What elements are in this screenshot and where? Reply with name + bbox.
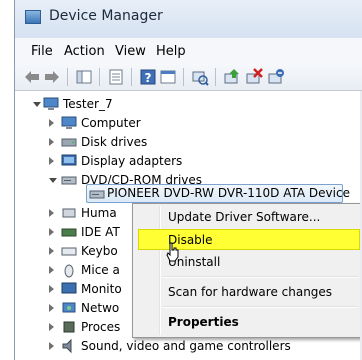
device-manager-window: Device Manager File Action View Help ? T… [14, 0, 362, 360]
expand-arrow-icon[interactable] [49, 138, 54, 146]
context-menu: Update Driver Software... Disable Uninst… [132, 203, 362, 338]
tree-item-label: Netwo [81, 301, 120, 315]
menu-bar: File Action View Help [15, 38, 362, 65]
disk-drive-icon [61, 138, 77, 147]
hand-cursor-icon [166, 242, 179, 262]
sound-icon [62, 338, 72, 354]
tree-item-label: PIONEER DVD-RW DVR-110D ATA Device [107, 186, 350, 200]
expand-arrow-icon[interactable] [49, 342, 54, 350]
tree-item-label: Sound, video and game controllers [81, 339, 291, 353]
expand-arrow-icon[interactable] [49, 209, 54, 217]
computer-icon [43, 97, 59, 110]
window-title: Device Manager [49, 8, 163, 24]
menu-item-scan-hardware[interactable]: Scan for hardware changes [168, 285, 332, 299]
toolbar-separator [99, 68, 100, 86]
menu-help[interactable]: Help [156, 44, 186, 59]
properties-icon[interactable] [107, 68, 125, 86]
menu-item-properties[interactable]: Properties [168, 315, 239, 329]
console-icon[interactable] [159, 68, 177, 86]
back-icon[interactable] [23, 68, 41, 86]
toolbar: ? [15, 64, 362, 91]
toolbar-separator [183, 68, 184, 86]
disable-device-icon[interactable] [245, 68, 263, 86]
expand-arrow-icon[interactable] [49, 247, 54, 255]
expand-arrow-icon[interactable] [49, 228, 54, 236]
help-icon[interactable]: ? [139, 68, 157, 86]
tree-item-label: Monito [81, 282, 122, 296]
tree-item-label: Keybo [81, 244, 118, 258]
collapse-arrow-icon[interactable] [49, 178, 57, 183]
scan-hardware-icon[interactable] [191, 68, 209, 86]
expand-arrow-icon[interactable] [49, 266, 54, 274]
tree-item-label: Computer [81, 116, 141, 130]
expand-arrow-icon[interactable] [49, 157, 54, 165]
svg-text:?: ? [145, 71, 152, 85]
menu-item-update-driver[interactable]: Update Driver Software... [168, 210, 320, 224]
ide-controller-icon [61, 228, 77, 237]
tree-item-label: Proces [81, 320, 121, 334]
tree-item-label: IDE AT [81, 225, 120, 239]
tree-item-label: Huma [81, 206, 117, 220]
title-bar: Device Manager [15, 0, 362, 38]
menu-separator [163, 276, 358, 278]
toolbar-separator [131, 68, 132, 86]
device-manager-app-icon [25, 10, 41, 24]
menu-action[interactable]: Action [64, 44, 105, 59]
expand-arrow-icon[interactable] [49, 304, 54, 312]
tree-item-pioneer-dvd-rw[interactable]: PIONEER DVD-RW DVR-110D ATA Device [86, 184, 350, 203]
mouse-icon [64, 264, 74, 278]
menu-gutter [159, 206, 161, 335]
menu-file[interactable]: File [31, 44, 53, 59]
collapse-arrow-icon[interactable] [33, 102, 41, 107]
menu-view[interactable]: View [115, 44, 146, 59]
menu-separator [163, 306, 358, 308]
tree-item-label: Disk drives [81, 135, 148, 149]
update-driver-icon[interactable] [223, 68, 241, 86]
tree-item-label: Mice a [81, 263, 120, 277]
hid-icon [62, 208, 76, 218]
monitor-icon [61, 282, 77, 294]
dvd-drive-icon [61, 176, 77, 185]
expand-arrow-icon[interactable] [49, 285, 54, 293]
network-icon [62, 302, 76, 313]
processor-icon [63, 321, 75, 333]
expand-arrow-icon[interactable] [49, 119, 54, 127]
toolbar-separator [67, 68, 68, 86]
expand-arrow-icon[interactable] [49, 323, 54, 331]
computer-icon [61, 116, 77, 129]
keyboard-icon [61, 247, 77, 256]
uninstall-device-icon[interactable] [267, 68, 285, 86]
show-hide-console-tree-icon[interactable] [75, 68, 93, 86]
forward-icon[interactable] [43, 68, 61, 86]
tree-root-label: Tester_7 [63, 97, 113, 111]
display-adapter-icon [61, 154, 77, 166]
toolbar-separator [215, 68, 216, 86]
dvd-drive-icon [89, 190, 105, 199]
tree-item-label: Display adapters [81, 154, 183, 168]
